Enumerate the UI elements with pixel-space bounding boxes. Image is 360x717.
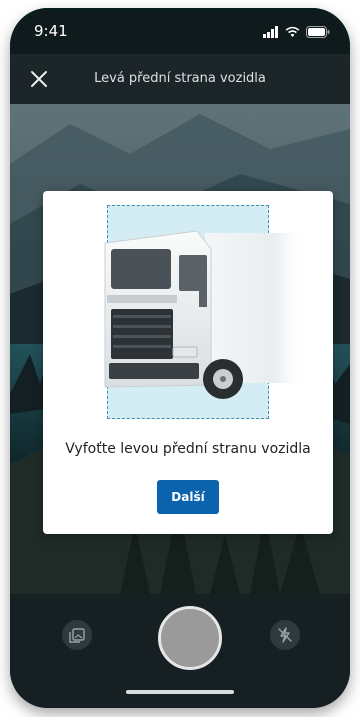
truck-illustration <box>104 230 305 399</box>
home-indicator[interactable] <box>126 690 234 694</box>
instruction-modal: Vyfoťte levou přední stranu vozidla Dalš… <box>43 191 333 534</box>
status-bar: 9:41 <box>10 8 350 54</box>
phone-device: 9:41 Levá přední strana vozidla Vyfoťte … <box>10 8 350 708</box>
instruction-text: Vyfoťte levou přední stranu vozidla <box>65 441 311 457</box>
gallery-icon <box>69 628 85 643</box>
battery-icon <box>306 26 330 38</box>
top-bar: Levá přední strana vozidla <box>10 54 350 104</box>
shutter-button[interactable] <box>158 606 222 670</box>
wifi-icon <box>285 26 300 37</box>
signal-icon <box>263 26 278 38</box>
gallery-button[interactable] <box>62 620 92 650</box>
status-icons <box>263 24 330 38</box>
page-title: Levá přední strana vozidla <box>94 71 266 86</box>
camera-controls <box>10 594 350 708</box>
next-button[interactable]: Další <box>157 480 219 514</box>
flash-off-icon <box>278 627 292 643</box>
status-time: 9:41 <box>34 22 68 40</box>
flash-toggle-button[interactable] <box>270 620 300 650</box>
